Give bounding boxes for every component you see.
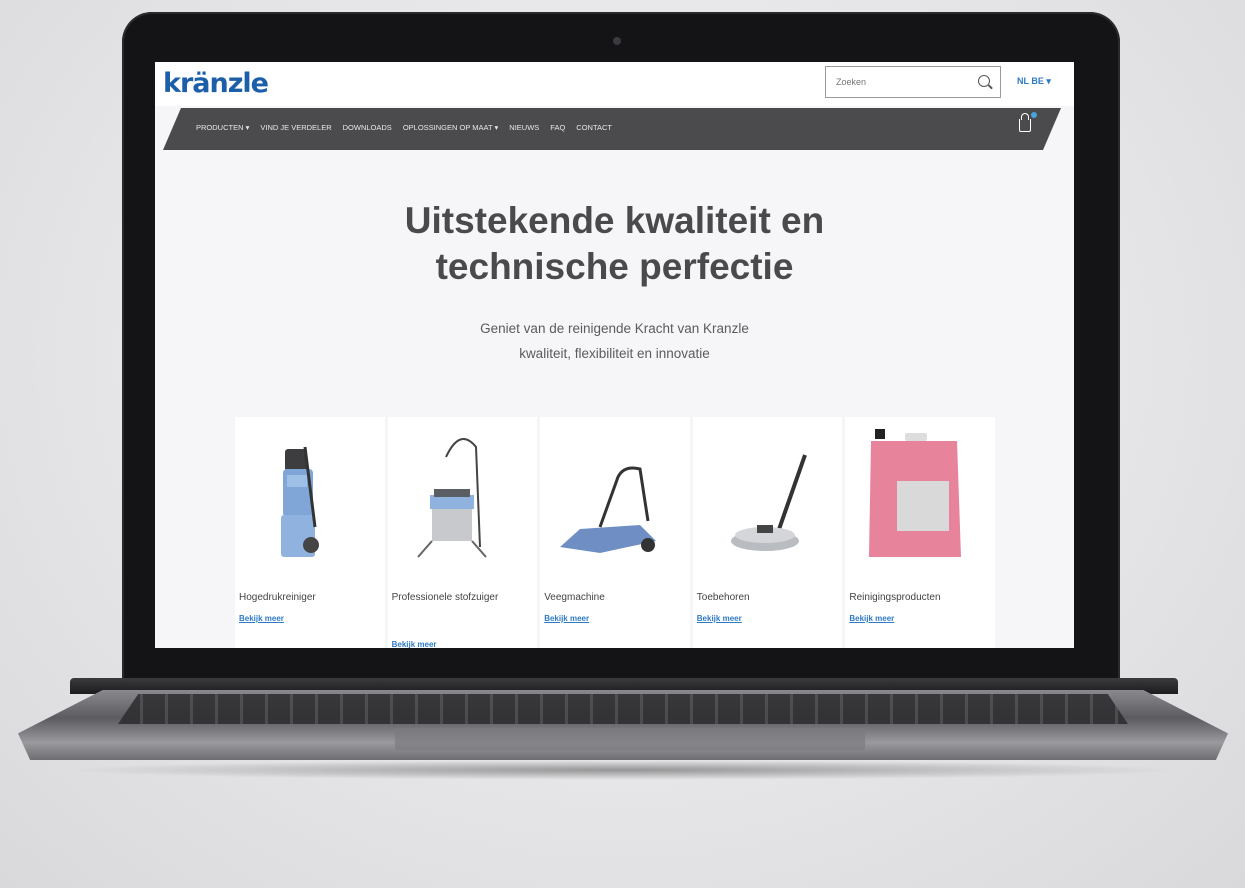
hero-title-line2: technische perfectie <box>435 246 794 287</box>
pressure-washer-icon <box>281 446 319 557</box>
product-card-stofzuiger[interactable]: Professionele stofzuiger Bekijk meer <box>387 417 538 648</box>
nav-downloads[interactable]: DOWNLOADS <box>343 123 392 132</box>
product-card-toebehoren[interactable]: Toebehoren Bekijk meer <box>692 417 843 648</box>
nav-vind-je-verdeler[interactable]: VIND JE VERDELER <box>260 123 331 132</box>
product-title: Toebehoren <box>696 592 750 603</box>
laptop-shadow <box>60 760 1185 780</box>
product-title: Veegmachine <box>544 592 605 603</box>
nav-oplossingen-op-maat[interactable]: OPLOSSINGEN OP MAAT ▾ <box>403 123 498 132</box>
shopping-bag-icon[interactable] <box>1019 112 1037 132</box>
site-header: kränzle NL BE ▾ <box>155 62 1074 106</box>
product-card-reinigingsproducten[interactable]: Reinigingsproducten Bekijk meer <box>845 417 995 648</box>
sweeper-icon <box>560 466 657 553</box>
product-link[interactable]: Bekijk meer <box>544 614 589 623</box>
product-link[interactable]: Bekijk meer <box>239 614 284 623</box>
product-title: Reinigingsproducten <box>849 592 941 603</box>
product-title: Professionele stofzuiger <box>391 592 499 603</box>
hero-subtitle-line1: Geniet van de reinigende Kracht van Kran… <box>480 321 749 336</box>
keyboard <box>118 694 1128 724</box>
cart-badge <box>1031 112 1037 118</box>
nav-producten[interactable]: PRODUCTEN ▾ <box>196 123 249 132</box>
surface-cleaner-icon <box>730 454 807 551</box>
brand-logo[interactable]: kränzle <box>163 68 269 99</box>
nav-contact[interactable]: CONTACT <box>576 123 612 132</box>
search-icon[interactable] <box>978 75 990 87</box>
hero-title: Uitstekende kwaliteit en technische perf… <box>155 198 1074 290</box>
detergent-canister-icon <box>869 429 962 557</box>
nav-faq[interactable]: FAQ <box>550 123 565 132</box>
product-card-hogedrukreiniger[interactable]: Hogedrukreiniger Bekijk meer <box>235 417 385 648</box>
hero-subtitle-line2: kwaliteit, flexibiliteit en innovatie <box>519 346 710 361</box>
product-link[interactable]: Bekijk meer <box>849 614 894 623</box>
hero-title-line1: Uitstekende kwaliteit en <box>404 200 825 241</box>
search-box[interactable] <box>825 66 1001 98</box>
main-navigation: PRODUCTEN ▾ VIND JE VERDELER DOWNLOADS O… <box>163 108 1061 150</box>
trackpad <box>395 728 865 750</box>
product-categories: Hogedrukreiniger Bekijk meer Professione… <box>235 417 995 648</box>
vacuum-cleaner-icon <box>416 438 487 558</box>
product-title: Hogedrukreiniger <box>239 592 316 603</box>
search-input[interactable] <box>834 67 968 97</box>
product-link[interactable]: Bekijk meer <box>697 614 742 623</box>
hero-subtitle: Geniet van de reinigende Kracht van Kran… <box>155 316 1074 366</box>
nav-nieuws[interactable]: NIEUWS <box>509 123 539 132</box>
product-card-veegmachine[interactable]: Veegmachine Bekijk meer <box>540 417 690 648</box>
language-selector[interactable]: NL BE ▾ <box>1017 76 1051 87</box>
webcam-icon <box>613 37 621 45</box>
product-link[interactable]: Bekijk meer <box>392 640 437 648</box>
laptop-screen: kränzle NL BE ▾ PRODUCTEN ▾ VIND JE VERD… <box>155 62 1074 648</box>
